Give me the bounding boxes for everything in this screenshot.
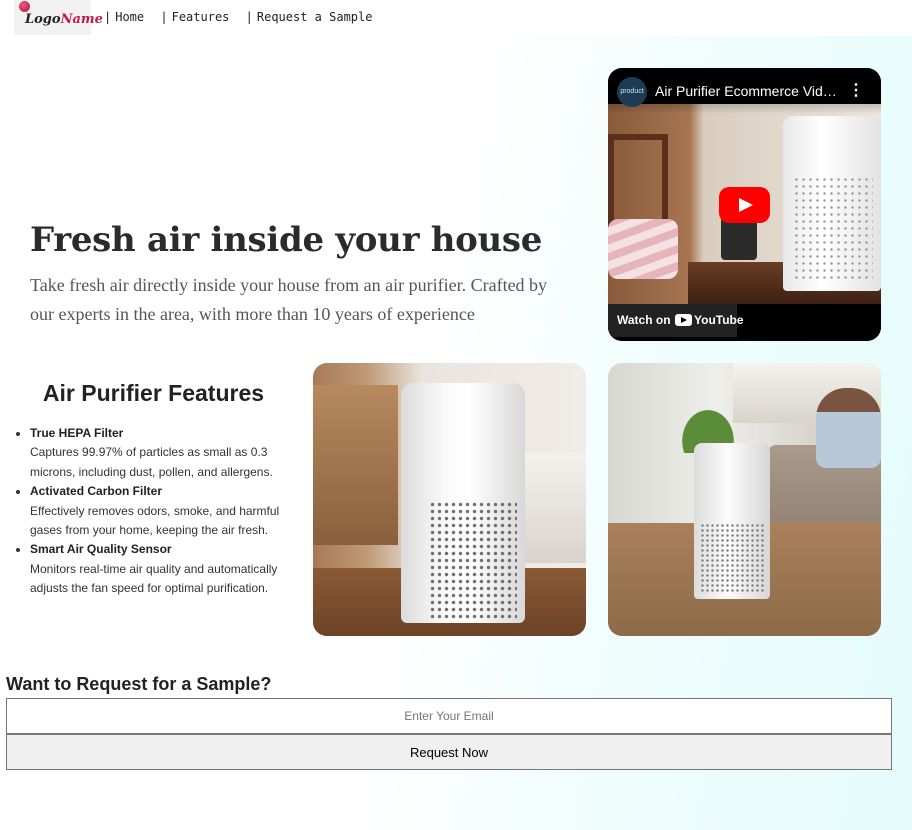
logo-text: LogoName [25, 12, 103, 27]
feature-name: Smart Air Quality Sensor [30, 542, 172, 557]
email-field[interactable] [6, 698, 892, 734]
hero-title: Fresh air inside your house [30, 220, 543, 260]
watch-on-label: Watch on [617, 313, 671, 327]
feature-description: Monitors real-time air quality and autom… [30, 561, 278, 596]
video-title[interactable]: Air Purifier Ecommerce Vide... [655, 83, 840, 99]
list-item: Smart Air Quality Sensor Monitors real-t… [30, 540, 305, 598]
features-list: True HEPA Filter Captures 99.97% of part… [12, 424, 305, 599]
watch-on-youtube-button[interactable]: Watch on YouTube [608, 304, 744, 337]
nav-link-features[interactable]: Features [172, 10, 230, 24]
air-purifier-image [783, 116, 881, 291]
video-embed[interactable]: product Air Purifier Ecommerce Vide... ⋮… [608, 68, 881, 341]
nav-link-request-sample[interactable]: Request a Sample [257, 10, 373, 24]
product-image-living-room [313, 363, 586, 636]
nav-links: | Home | Features | Request a Sample [104, 10, 373, 24]
youtube-logo: YouTube [675, 313, 744, 327]
air-purifier-image [694, 443, 770, 599]
nav-link-home[interactable]: Home [115, 10, 144, 24]
feature-name: True HEPA Filter [30, 426, 124, 440]
feature-description: Effectively removes odors, smoke, and ha… [30, 503, 280, 538]
youtube-play-icon[interactable] [719, 187, 770, 223]
logo-icon [19, 1, 30, 12]
logo[interactable]: LogoName [14, 0, 103, 35]
feature-description: Captures 99.97% of particles as small as… [30, 445, 273, 479]
hero-subtitle: Take fresh air directly inside your hous… [30, 275, 548, 324]
sample-request-title: Want to Request for a Sample? [6, 674, 272, 694]
air-purifier-image [401, 383, 525, 623]
channel-avatar[interactable]: product [617, 77, 647, 107]
features-title: Air Purifier Features [42, 380, 265, 406]
youtube-icon [675, 314, 692, 326]
request-now-button[interactable]: Request Now [6, 734, 892, 770]
list-item: True HEPA Filter Captures 99.97% of part… [30, 424, 305, 482]
more-vertical-icon[interactable]: ⋮ [848, 80, 864, 100]
list-item: Activated Carbon Filter Effectively remo… [30, 482, 305, 540]
product-image-lounge [608, 363, 881, 636]
feature-name: Activated Carbon Filter [30, 484, 163, 499]
top-nav: LogoName | Home | Features | Request a Samp… [0, 0, 912, 36]
